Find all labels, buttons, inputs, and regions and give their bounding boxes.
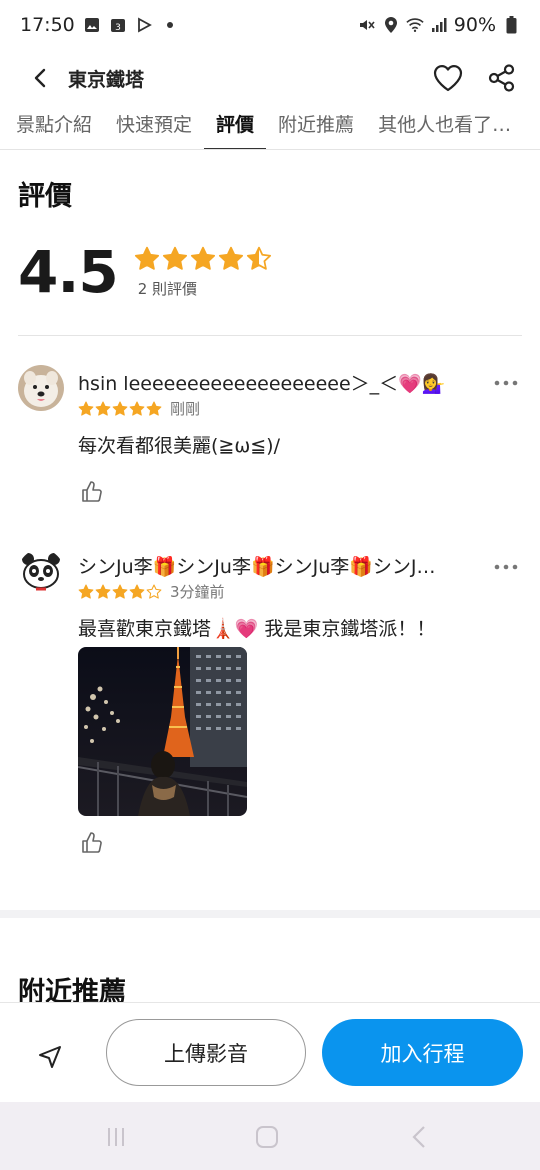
star-empty-icon [146,583,162,599]
star-full-icon [162,246,187,270]
recent-apps-button[interactable] [101,1122,131,1152]
star-full-icon [112,400,128,416]
tab-booking[interactable]: 快速預定 [104,106,204,149]
more-horizontal-icon [494,564,518,570]
share-button[interactable] [482,58,522,98]
thumbs-up-icon [82,481,102,502]
thumbs-up-icon [82,832,102,853]
divider [18,335,522,336]
tab-others-viewed[interactable]: 其他人也看了… [366,106,523,149]
battery-percent: 90% [453,14,496,36]
like-button[interactable] [80,831,104,855]
back-button[interactable] [20,58,60,98]
wifi-icon [406,16,424,34]
bottom-action-bar: 上傳影音 加入行程 [0,1002,540,1102]
star-full-icon [78,400,94,416]
mute-icon [358,16,376,34]
review-text: 最喜歡東京鐵塔🗼💗 我是東京鐵塔派！！ [78,618,436,640]
status-time: 17:50 [20,14,75,36]
recent-apps-icon [108,1128,124,1146]
panda-avatar-icon [18,549,64,595]
location-icon [382,16,400,34]
dog-avatar-icon [18,365,64,411]
star-full-icon [190,246,215,270]
review-stars [78,400,162,417]
system-navigation-bar [0,1102,540,1170]
section-separator [0,910,540,918]
review-stars [78,583,162,600]
review-text: 每次看都很美麗(≧ω≦)/ [78,435,280,457]
review-time: 3分鐘前 [170,583,225,601]
more-horizontal-icon [494,380,518,386]
page-title: 東京鐵塔 [68,68,145,91]
play-store-icon [135,16,153,34]
star-half-icon [246,246,271,270]
tab-reviews[interactable]: 評價 [204,106,267,149]
share-icon [488,64,515,92]
reviewer-name: シンJu李🎁シンJu李🎁シンJu李🎁シンJ… [78,556,436,578]
tokyo-tower-night-photo [78,647,247,816]
star-full-icon [129,583,145,599]
star-full-icon [112,583,128,599]
star-full-icon [134,246,159,270]
home-icon [256,1126,278,1148]
star-full-icon [146,400,162,416]
gallery-icon [83,16,101,34]
more-options-button[interactable] [494,552,518,576]
review-time: 剛剛 [170,400,201,418]
system-back-button[interactable] [404,1122,434,1152]
favorite-button[interactable] [428,58,468,98]
avatar[interactable] [18,365,64,411]
star-full-icon [129,400,145,416]
like-button[interactable] [80,480,104,504]
star-full-icon [78,583,94,599]
svg-text:3: 3 [115,23,121,33]
rating-score: 4.5 [18,238,119,306]
reviews-section-title: 評價 [18,181,72,212]
status-bar: 17:50 3 90% [0,0,540,50]
review-photo[interactable] [78,647,247,816]
home-button[interactable] [252,1122,282,1152]
chevron-left-icon [34,68,46,88]
star-full-icon [95,400,111,416]
avatar[interactable] [18,549,64,595]
notification-dot-icon [161,16,179,34]
calendar-icon: 3 [109,16,127,34]
tab-intro[interactable]: 景點介紹 [0,106,104,149]
back-icon [412,1126,425,1148]
add-to-itinerary-button[interactable]: 加入行程 [322,1019,523,1086]
navigate-button[interactable] [30,1037,70,1077]
star-full-icon [218,246,243,270]
navigation-arrow-icon [39,1046,61,1068]
rating-stars [134,246,272,272]
signal-icon [430,16,448,34]
heart-icon [433,65,463,92]
star-full-icon [95,583,111,599]
battery-icon [502,16,520,34]
upload-media-button[interactable]: 上傳影音 [106,1019,306,1086]
review-count: 2 則評價 [137,279,198,298]
section-tabs: 景點介紹 快速預定 評價 附近推薦 其他人也看了… [0,106,540,150]
more-options-button[interactable] [494,368,518,392]
top-bar: 東京鐵塔 [0,50,540,106]
reviewer-name: hsin leeeeeeeeeeeeeeeeeee＞_＜💗💁‍♀️ [78,373,446,395]
overall-rating: 4.5 2 則評價 [18,238,272,306]
tab-nearby[interactable]: 附近推薦 [266,106,366,149]
